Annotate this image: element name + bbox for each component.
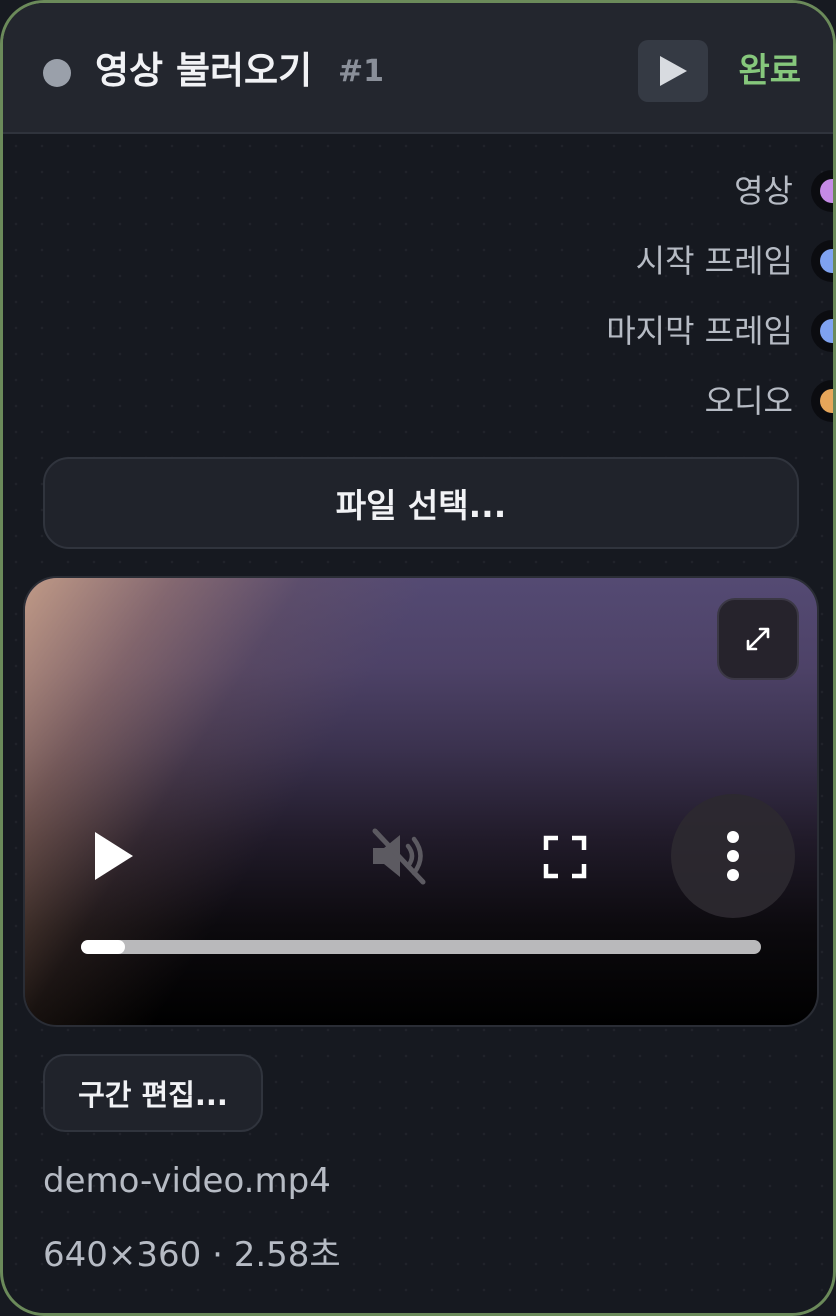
port-dot <box>820 179 833 203</box>
video-frame <box>25 578 817 1025</box>
output-start-frame: 시작 프레임 <box>273 236 833 286</box>
expand-icon <box>746 627 770 651</box>
status-indicator <box>43 59 71 87</box>
output-label: 영상 <box>734 172 793 210</box>
video-player[interactable] <box>23 576 819 1027</box>
play-icon[interactable] <box>91 828 137 884</box>
output-audio: 오디오 <box>273 376 833 426</box>
port-dot <box>820 319 833 343</box>
output-port[interactable] <box>811 240 833 282</box>
node-id: #1 <box>338 54 385 89</box>
output-label: 오디오 <box>704 382 793 420</box>
video-progress-bar[interactable] <box>81 940 761 954</box>
output-port[interactable] <box>811 310 833 352</box>
volume-muted-icon[interactable] <box>369 826 431 886</box>
file-name: demo-video.mp4 <box>43 1161 331 1201</box>
file-meta: 640×360 · 2.58초 <box>43 1235 341 1275</box>
play-icon <box>660 56 687 86</box>
fullscreen-icon[interactable] <box>543 835 587 879</box>
select-file-button[interactable]: 파일 선택... <box>43 457 799 549</box>
node-header[interactable]: 영상 불러오기 #1 완료 <box>3 3 833 134</box>
output-port[interactable] <box>811 170 833 212</box>
node-title: 영상 불러오기 <box>95 49 313 92</box>
video-loader-node[interactable]: 영상 불러오기 #1 완료 영상 시작 프레임 마지막 프레임 오디오 파일 선… <box>0 0 836 1316</box>
port-dot <box>820 249 833 273</box>
status-label: 완료 <box>738 51 801 91</box>
output-label: 마지막 프레임 <box>606 312 793 350</box>
port-dot <box>820 389 833 413</box>
more-options-button[interactable] <box>671 794 795 918</box>
more-vertical-icon <box>727 831 739 881</box>
output-video: 영상 <box>273 166 833 216</box>
output-port[interactable] <box>811 380 833 422</box>
edit-range-button[interactable]: 구간 편집... <box>43 1054 263 1132</box>
expand-button[interactable] <box>717 598 799 680</box>
progress-fill <box>81 940 126 954</box>
output-last-frame: 마지막 프레임 <box>273 306 833 356</box>
output-label: 시작 프레임 <box>635 242 793 280</box>
run-button[interactable] <box>638 40 708 102</box>
